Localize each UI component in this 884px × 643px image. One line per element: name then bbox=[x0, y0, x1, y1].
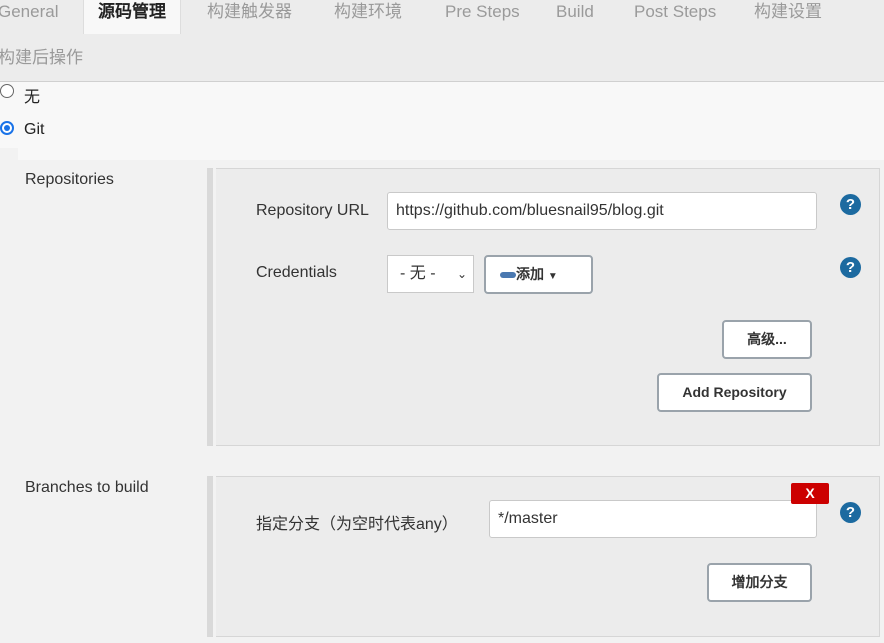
tab-pre-steps[interactable]: Pre Steps bbox=[445, 0, 520, 34]
scm-git-label: Git bbox=[24, 121, 45, 138]
repository-url-input[interactable]: https://github.com/bluesnail95/blog.git bbox=[387, 192, 817, 230]
tab-post-steps[interactable]: Post Steps bbox=[634, 0, 716, 34]
branches-label: Branches to build bbox=[25, 479, 149, 496]
add-branch-button[interactable]: 增加分支 bbox=[707, 563, 812, 602]
tab-general[interactable]: General bbox=[0, 0, 58, 34]
tab-build[interactable]: Build bbox=[556, 0, 594, 34]
repositories-label: Repositories bbox=[25, 171, 114, 188]
branch-panel: 指定分支（为空时代表any） */master X ? 增加分支 bbox=[207, 476, 880, 637]
indent bbox=[0, 148, 18, 160]
help-icon[interactable]: ? bbox=[840, 194, 861, 215]
add-credentials-button[interactable]: 添加 ▼ bbox=[484, 255, 593, 294]
tab-source-code[interactable]: 源码管理 bbox=[83, 0, 181, 34]
credentials-label: Credentials bbox=[256, 264, 337, 281]
branch-specifier-input[interactable]: */master bbox=[489, 500, 817, 538]
add-credentials-label: 添加 bbox=[516, 266, 544, 282]
credentials-value: - 无 - bbox=[400, 265, 436, 282]
tab-bar: General 源码管理 构建触发器 构建环境 Pre Steps Build … bbox=[0, 0, 884, 82]
tab-build-triggers[interactable]: 构建触发器 bbox=[207, 0, 292, 34]
scm-none-label: 无 bbox=[24, 89, 41, 106]
scm-git-radio[interactable] bbox=[0, 121, 14, 135]
key-icon bbox=[500, 272, 516, 279]
scm-none-radio[interactable] bbox=[0, 84, 14, 98]
help-icon[interactable]: ? bbox=[840, 502, 861, 523]
add-repository-button[interactable]: Add Repository bbox=[657, 373, 812, 412]
scm-options: 无 Git bbox=[0, 82, 884, 160]
tab-post-build-actions[interactable]: 构建后操作 bbox=[0, 46, 83, 80]
branch-specifier-label: 指定分支（为空时代表any） bbox=[256, 516, 458, 533]
delete-branch-button[interactable]: X bbox=[791, 483, 829, 504]
tab-build-settings[interactable]: 构建设置 bbox=[754, 0, 822, 34]
tab-build-environment[interactable]: 构建环境 bbox=[334, 0, 402, 34]
chevron-down-icon: ⌄ bbox=[456, 267, 467, 281]
caret-down-icon: ▼ bbox=[547, 271, 558, 282]
help-icon[interactable]: ? bbox=[840, 257, 861, 278]
advanced-button[interactable]: 高级... bbox=[722, 320, 812, 359]
repository-panel: Repository URL https://github.com/bluesn… bbox=[207, 168, 880, 446]
credentials-select[interactable]: - 无 - ⌄ bbox=[387, 255, 474, 293]
repository-url-label: Repository URL bbox=[256, 202, 369, 219]
